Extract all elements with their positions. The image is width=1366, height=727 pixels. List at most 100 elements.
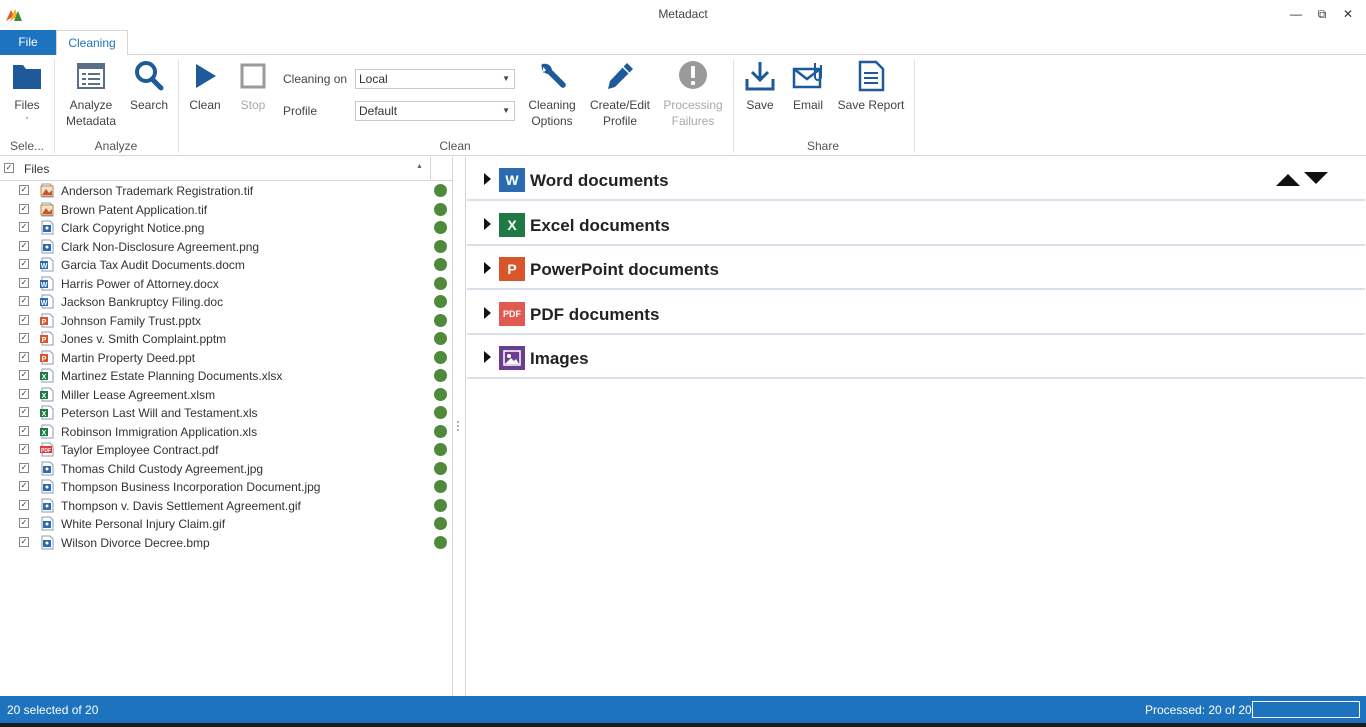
file-row[interactable]: ✓ P Martin Property Deed.ppt (0, 349, 453, 367)
file-row[interactable]: ✓ P Johnson Family Trust.pptx (0, 312, 453, 330)
file-checkbox[interactable]: ✓ (19, 499, 29, 510)
status-ok-icon (434, 406, 447, 419)
status-ok-icon (434, 258, 447, 271)
file-row[interactable]: ✓ X Miller Lease Agreement.xlsm (0, 386, 453, 404)
group-label-select: Sele... (9, 139, 45, 153)
expand-all-icon[interactable] (1304, 172, 1328, 184)
file-checkbox[interactable]: ✓ (19, 518, 29, 528)
sort-ascending-icon: ▲ (416, 163, 423, 170)
file-row[interactable]: ✓ Brown Patent Application.tif (0, 201, 453, 219)
document-group-row[interactable]: X Excel documents (467, 202, 1365, 246)
files-button[interactable]: Files · (6, 59, 48, 123)
group-separator (733, 59, 734, 153)
file-checkbox[interactable]: ✓ (19, 407, 29, 417)
file-checkbox[interactable]: ✓ (19, 425, 29, 436)
file-name: Martinez Estate Planning Documents.xlsx (61, 369, 283, 383)
document-group-row[interactable]: W Word documents (467, 157, 1365, 201)
create-edit-profile-button[interactable]: Create/Edit Profile (586, 59, 654, 129)
collapse-all-icon[interactable] (1276, 174, 1300, 186)
file-checkbox[interactable]: ✓ (19, 185, 29, 195)
expand-arrow-icon[interactable] (484, 262, 491, 274)
excel-file-icon: X (40, 424, 54, 439)
cleaning-on-select[interactable]: Local ▼ (355, 69, 515, 89)
expand-arrow-icon[interactable] (484, 306, 491, 319)
expand-arrow-icon[interactable] (484, 217, 491, 230)
file-row[interactable]: ✓ W Jackson Bankruptcy Filing.doc (0, 293, 453, 311)
image-icon (499, 346, 525, 370)
file-name: Thompson v. Davis Settlement Agreement.g… (61, 498, 301, 513)
expand-arrow-icon[interactable] (484, 173, 491, 185)
file-checkbox[interactable]: ✓ (19, 222, 29, 232)
analyze-metadata-button[interactable]: Analyze Metadata (62, 59, 120, 129)
file-row[interactable]: ✓ White Personal Injury Claim.gif (0, 515, 453, 533)
file-name: Thompson Business Incorporation Document… (61, 480, 321, 494)
file-checkbox[interactable]: ✓ (19, 277, 29, 288)
file-row[interactable]: ✓ P Jones v. Smith Complaint.pptm (0, 330, 453, 348)
chevron-down-icon: ▼ (502, 74, 510, 83)
file-row[interactable]: ✓ Wilson Divorce Decree.bmp (0, 534, 453, 552)
clean-button[interactable]: Clean (184, 59, 226, 113)
file-row[interactable]: ✓ Thomas Child Custody Agreement.jpg (0, 460, 453, 478)
file-row[interactable]: ✓ X Peterson Last Will and Testament.xls (0, 404, 453, 422)
ribbon-tabs: File Cleaning (0, 30, 1366, 56)
status-ok-icon (434, 424, 447, 438)
select-all-checkbox[interactable]: ✓ (4, 163, 14, 173)
processing-failures-button[interactable]: Processing Failures (660, 59, 726, 129)
files-column-header[interactable]: Files (24, 162, 49, 176)
document-group-row[interactable]: Images (467, 335, 1365, 379)
clean-label: Clean (189, 98, 221, 112)
img-file-icon (40, 479, 54, 494)
file-checkbox[interactable]: ✓ (19, 333, 29, 343)
save-button[interactable]: Save (740, 59, 780, 113)
file-checkbox[interactable]: ✓ (19, 536, 29, 547)
status-ok-icon (434, 443, 447, 456)
file-checkbox[interactable]: ✓ (19, 462, 29, 473)
folder-icon (13, 65, 41, 89)
file-row[interactable]: ✓ W Harris Power of Attorney.docx (0, 275, 453, 293)
processed-count: Processed: 20 of 20 (1145, 703, 1252, 717)
file-row[interactable]: ✓ W Garcia Tax Audit Documents.docm (0, 256, 453, 274)
chevron-down-icon: ▼ (502, 106, 510, 115)
search-button[interactable]: Search (126, 59, 172, 113)
close-button[interactable]: ✕ (1334, 4, 1362, 24)
profile-value: Default (359, 104, 398, 118)
file-checkbox[interactable]: ✓ (19, 444, 29, 454)
email-button[interactable]: Email (787, 59, 829, 113)
save-report-button[interactable]: Save Report (836, 59, 906, 113)
cleaning-options-line1: Cleaning (528, 98, 576, 112)
document-group-row[interactable]: P PowerPoint documents (467, 246, 1365, 290)
file-row[interactable]: ✓ Thompson Business Incorporation Documen… (0, 478, 453, 496)
column-separator[interactable] (430, 157, 431, 181)
document-group-row[interactable]: PDF PDF documents (467, 291, 1365, 335)
restore-button[interactable]: ⧉ (1308, 4, 1336, 24)
file-checkbox[interactable]: ✓ (19, 388, 29, 399)
play-icon (196, 64, 216, 88)
status-ok-icon (434, 221, 447, 234)
minimize-button[interactable]: — (1282, 4, 1310, 24)
file-checkbox[interactable]: ✓ (19, 203, 29, 214)
word-file-icon: W (40, 294, 54, 309)
file-row[interactable]: ✓ X Martinez Estate Planning Documents.xls… (0, 367, 453, 385)
tab-file[interactable]: File (0, 30, 56, 55)
file-row[interactable]: ✓ Clark Copyright Notice.png (0, 219, 453, 237)
file-checkbox[interactable]: ✓ (19, 314, 29, 325)
file-row[interactable]: ✓ Clark Non-Disclosure Agreement.png (0, 238, 453, 256)
file-row[interactable]: ✓ Anderson Trademark Registration.tif (0, 182, 453, 200)
stop-button[interactable]: Stop (232, 59, 274, 113)
svg-text:PDF: PDF (41, 448, 51, 454)
file-checkbox[interactable]: ✓ (19, 351, 29, 362)
splitter-handle[interactable] (456, 420, 460, 432)
file-checkbox[interactable]: ✓ (19, 296, 29, 306)
file-row[interactable]: ✓ PDF Taylor Employee Contract.pdf (0, 441, 453, 459)
profile-select[interactable]: Default ▼ (355, 101, 515, 121)
file-checkbox[interactable]: ✓ (19, 259, 29, 269)
file-row[interactable]: ✓ Thompson v. Davis Settlement Agreement.… (0, 497, 453, 515)
expand-arrow-icon[interactable] (484, 351, 491, 363)
cleaning-options-button[interactable]: Cleaning Options (524, 59, 580, 129)
status-ok-icon (434, 387, 447, 401)
file-checkbox[interactable]: ✓ (19, 481, 29, 491)
tab-cleaning[interactable]: Cleaning (56, 30, 128, 56)
file-checkbox[interactable]: ✓ (19, 370, 29, 380)
file-row[interactable]: ✓ X Robinson Immigration Application.xls (0, 423, 453, 441)
file-checkbox[interactable]: ✓ (19, 240, 29, 251)
